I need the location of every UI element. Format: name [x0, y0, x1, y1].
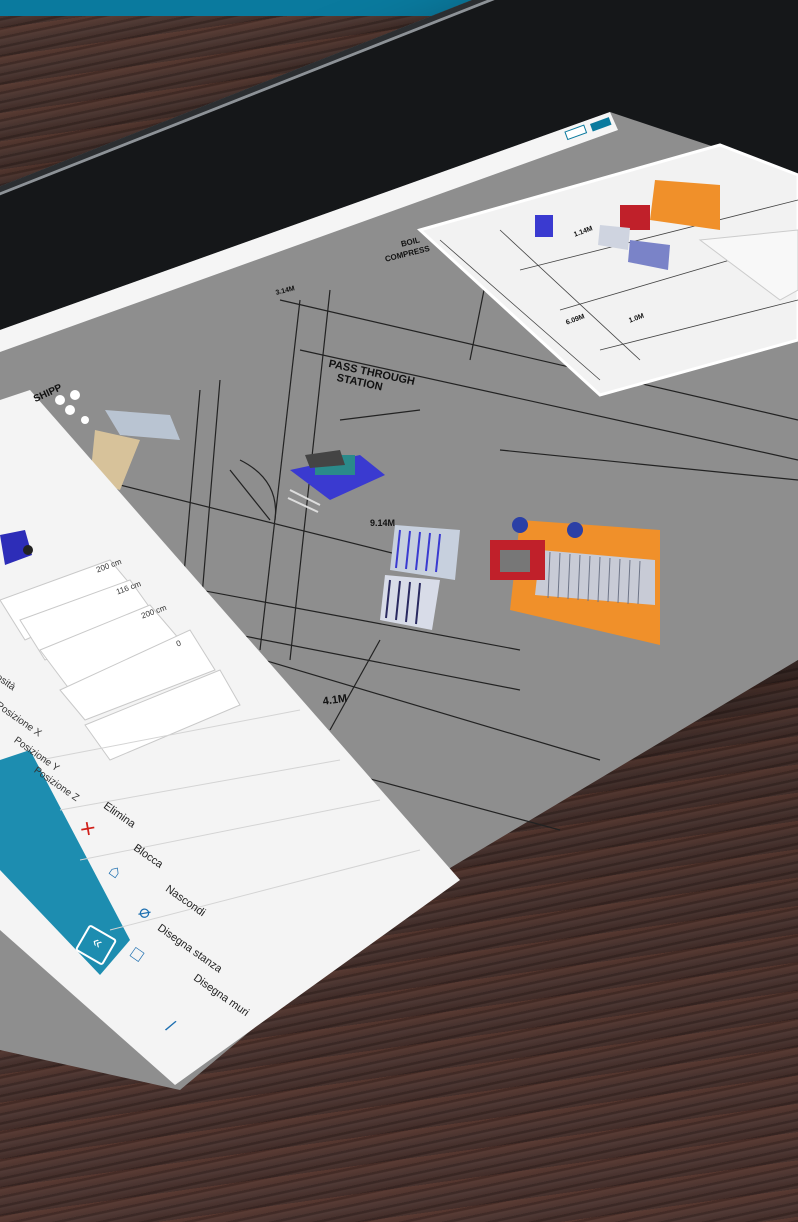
tablet-screen: 200 cm 116 cm 200 cm 0 osità Posizione X… [0, 0, 798, 1222]
screen-graphics [0, 112, 798, 1090]
plan-label-dimension-9-14: 9.14M [370, 518, 396, 528]
